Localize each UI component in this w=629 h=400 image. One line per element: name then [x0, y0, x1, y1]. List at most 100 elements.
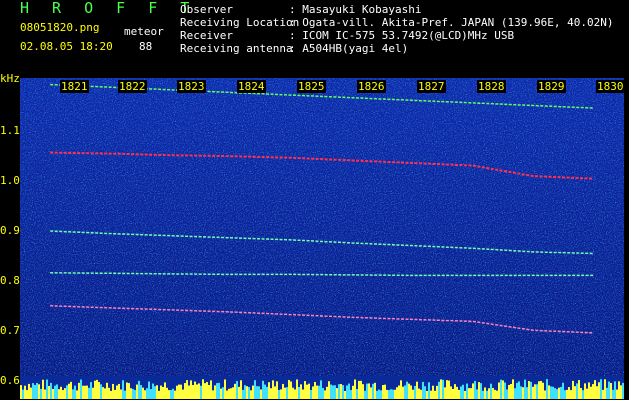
power-bar	[98, 382, 100, 399]
power-bar	[272, 380, 274, 399]
power-bar	[114, 389, 116, 399]
power-bar	[406, 381, 408, 399]
power-bar	[426, 390, 428, 399]
power-bar	[462, 384, 464, 399]
y-axis-unit: kHz	[0, 72, 20, 85]
power-bar	[414, 385, 416, 399]
power-bar	[410, 385, 412, 399]
power-bar	[328, 381, 330, 399]
power-bar	[140, 385, 142, 399]
app-logo: H R O F F T	[20, 0, 197, 17]
power-bar	[440, 379, 442, 399]
power-bar	[126, 382, 128, 399]
power-bar	[336, 388, 338, 399]
power-bar	[76, 390, 78, 399]
power-bar	[222, 387, 224, 399]
antenna-value: : A504HB(yagi 4el)	[289, 42, 409, 55]
power-bar	[168, 390, 170, 399]
power-bar	[206, 381, 208, 399]
power-bar	[610, 383, 612, 399]
power-bar	[38, 384, 40, 399]
power-bar	[276, 381, 278, 399]
power-bar	[36, 382, 38, 399]
power-bar	[46, 379, 48, 399]
spectrum-noise	[20, 78, 624, 376]
power-bar	[246, 386, 248, 399]
power-bar	[396, 387, 398, 399]
power-bar	[284, 387, 286, 399]
power-bar	[424, 386, 426, 399]
power-bar	[550, 386, 552, 399]
power-bar	[438, 381, 440, 399]
power-bar	[326, 386, 328, 399]
power-bar	[204, 383, 206, 399]
power-bar	[212, 390, 214, 399]
y-tick-label: 0.8	[0, 274, 20, 287]
power-bar	[556, 389, 558, 399]
power-bar	[144, 390, 146, 399]
power-bar	[34, 385, 36, 399]
power-bar	[154, 386, 156, 399]
power-bar	[128, 383, 130, 399]
power-bar	[288, 379, 290, 399]
power-bar	[236, 381, 238, 399]
power-bar	[532, 386, 534, 399]
power-bar	[474, 380, 476, 399]
file-datetime: 02.08.05 18:20	[20, 40, 113, 53]
power-bar	[384, 384, 386, 399]
power-bar	[26, 390, 28, 399]
power-bar	[382, 385, 384, 399]
power-bar	[70, 381, 72, 399]
power-bar	[430, 390, 432, 399]
power-bar	[564, 390, 566, 399]
power-bar	[268, 382, 270, 399]
power-bar	[90, 382, 92, 399]
power-bar	[612, 389, 614, 399]
power-bar	[526, 387, 528, 399]
power-bar	[226, 390, 228, 399]
power-bar	[30, 387, 32, 399]
power-bar	[260, 389, 262, 399]
spectrogram[interactable]	[20, 78, 624, 399]
observer-value: : Masayuki Kobayashi	[289, 3, 422, 16]
power-bar	[242, 389, 244, 399]
power-bar	[146, 388, 148, 399]
x-tick-label: 1824	[237, 80, 266, 93]
power-bar	[360, 380, 362, 399]
power-bar	[590, 386, 592, 399]
power-bar	[314, 381, 316, 399]
power-bar	[178, 384, 180, 399]
power-bar	[378, 389, 380, 399]
power-bar	[156, 385, 158, 399]
power-bar	[28, 383, 30, 399]
power-bar	[54, 385, 56, 399]
location-key: Receiving Location	[180, 16, 300, 29]
power-bar	[62, 390, 64, 399]
power-bar	[22, 389, 24, 399]
power-bar	[68, 383, 70, 399]
power-bar	[138, 380, 140, 399]
power-bar	[606, 387, 608, 399]
power-bar	[24, 385, 26, 399]
power-bar	[32, 383, 34, 399]
power-bar	[558, 387, 560, 399]
power-bar	[332, 385, 334, 399]
power-bar	[58, 389, 60, 399]
power-bar	[262, 380, 264, 399]
power-bar	[512, 379, 514, 399]
power-bar	[132, 388, 134, 399]
power-bar	[554, 388, 556, 399]
power-bar	[136, 384, 138, 399]
x-tick-label: 1829	[537, 80, 566, 93]
power-bar	[400, 380, 402, 399]
power-bar	[338, 384, 340, 399]
receiver-value: : ICOM IC-575 53.7492(@LCD)MHz USB	[289, 29, 515, 42]
power-bar	[422, 381, 424, 399]
power-bar	[56, 384, 58, 399]
power-bar	[594, 380, 596, 399]
power-bar	[230, 388, 232, 399]
power-bar	[176, 385, 178, 399]
power-bar	[248, 387, 250, 399]
power-bar	[290, 381, 292, 399]
power-bar	[560, 386, 562, 399]
